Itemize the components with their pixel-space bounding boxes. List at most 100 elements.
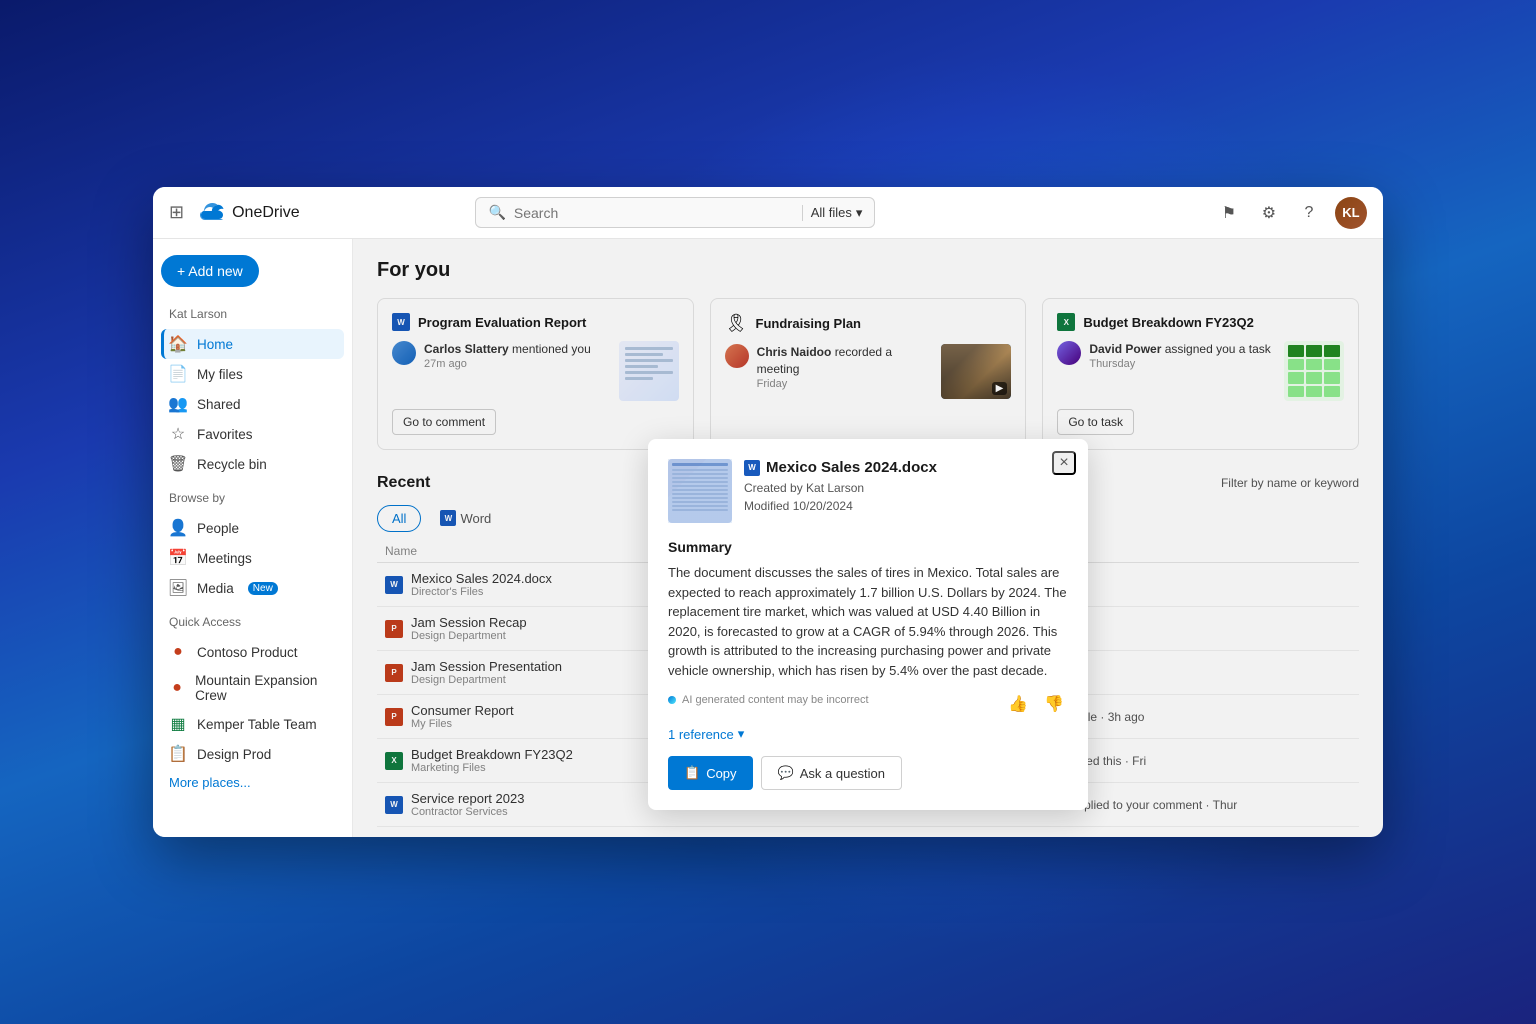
sidebar-item-myfiles-label: My files (197, 367, 243, 382)
person-icon: 👤 (169, 519, 187, 537)
sidebar-item-people[interactable]: 👤 People (161, 513, 344, 543)
settings-icon-btn[interactable]: ⚙ (1255, 199, 1283, 227)
file-name-5: Budget Breakdown FY23Q2 (411, 747, 573, 762)
popup-file-thumbnail (668, 459, 732, 523)
add-new-button[interactable]: + Add new (161, 255, 259, 287)
popup-feedback: 👍 👎 (1004, 692, 1068, 716)
popup-close-btn[interactable]: × (1052, 451, 1076, 475)
card-3-thumbnail (1284, 341, 1344, 401)
tab-word[interactable]: W Word (425, 504, 506, 532)
sidebar-item-contoso[interactable]: ● Contoso Product (161, 637, 344, 667)
file-name-7: Kempler State Shareout (411, 835, 550, 837)
shared-icon: 👥 (169, 395, 187, 413)
trash-icon: 🗑 (169, 455, 187, 473)
card-3-avatar (1057, 341, 1081, 365)
card-1-body: Carlos Slattery mentioned you 27m ago (392, 341, 679, 401)
calendar-icon: 📅 (169, 549, 187, 567)
word-icon-card1: W (392, 313, 410, 331)
sidebar-item-myfiles[interactable]: 📄 My files (161, 359, 344, 389)
file-folder-6: Contractor Services (411, 806, 524, 818)
card-1-time: 27m ago (424, 358, 609, 370)
card-3-title: Budget Breakdown FY23Q2 (1083, 315, 1253, 330)
file-name-cell-1: W Mexico Sales 2024.docx Director's File… (385, 571, 657, 598)
file-folder-1: Director's Files (411, 586, 552, 598)
ppt-icon-file2: P (385, 620, 403, 638)
go-to-task-btn[interactable]: Go to task (1057, 409, 1134, 435)
mountain-icon: ● (169, 679, 185, 697)
main-layout: + Add new Kat Larson 🏠 Home 📄 My files 👥… (153, 239, 1383, 837)
card-2-time: Friday (757, 378, 932, 390)
sidebar-item-recycle[interactable]: 🗑 Recycle bin (161, 449, 344, 479)
sidebar-item-home-label: Home (197, 337, 233, 352)
word-icon-file1: W (385, 576, 403, 594)
thumbs-down-btn[interactable]: 👎 (1040, 692, 1068, 716)
popup-word-icon: W (744, 460, 760, 476)
chevron-down-ref-icon: ▾ (738, 726, 745, 742)
file-folder-2: Design Department (411, 630, 527, 642)
sidebar-item-meetings[interactable]: 📅 Meetings (161, 543, 344, 573)
word-icon-tab: W (440, 510, 456, 526)
file-name-6: Service report 2023 (411, 791, 524, 806)
card-2-video-thumb: ▶ (941, 344, 1011, 399)
tab-all[interactable]: All (377, 505, 421, 532)
sidebar-item-media-label: Media (197, 581, 234, 596)
ask-question-button[interactable]: 💬 Ask a question (761, 756, 902, 790)
activity-card-1: W Program Evaluation Report Carlos Slatt… (377, 298, 694, 450)
copy-icon: 📋 (684, 765, 700, 781)
sidebar-item-favorites[interactable]: ☆ Favorites (161, 419, 344, 449)
file-modby-7: Kat Larson (836, 827, 970, 838)
popup-summary-title: Summary (668, 539, 1068, 555)
sidebar-item-kemper-label: Kemper Table Team (197, 717, 317, 732)
grid-icon[interactable]: ⊞ (169, 202, 184, 223)
file-folder-4: My Files (411, 718, 514, 730)
search-input[interactable] (514, 205, 794, 221)
filter-btn[interactable]: Filter by name or keyword (1221, 476, 1359, 490)
sidebar-item-shared[interactable]: 👥 Shared (161, 389, 344, 419)
file-name-cell-2: P Jam Session Recap Design Department (385, 615, 657, 642)
sidebar-item-home[interactable]: 🏠 Home (161, 329, 344, 359)
popup-references[interactable]: 1 reference ▾ (668, 726, 1068, 742)
topbar: ⊞ OneDrive 🔍 All files ▾ ⚑ ⚙ ? KL (153, 187, 1383, 239)
go-to-comment-btn[interactable]: Go to comment (392, 409, 496, 435)
question-icon: 💬 (778, 765, 794, 781)
flag-icon-btn[interactable]: ⚑ (1215, 199, 1243, 227)
file-folder-3: Design Department (411, 674, 562, 686)
contoso-icon: ● (169, 643, 187, 661)
sidebar-item-favorites-label: Favorites (197, 427, 253, 442)
card-1-header: W Program Evaluation Report (392, 313, 679, 331)
sidebar-item-designprod[interactable]: 📋 Design Prod (161, 739, 344, 769)
more-places-link[interactable]: More places... (161, 769, 344, 796)
file-folder-5: Marketing Files (411, 762, 573, 774)
activity-card-3: X Budget Breakdown FY23Q2 David Power as… (1042, 298, 1359, 450)
sidebar-item-mountain-label: Mountain Expansion Crew (195, 673, 336, 703)
card-2-avatar (725, 344, 749, 368)
search-filter-dropdown[interactable]: All files ▾ (802, 205, 863, 221)
excel-icon-card3: X (1057, 313, 1075, 331)
sidebar-item-kemper[interactable]: ▦ Kemper Table Team (161, 709, 344, 739)
home-icon: 🏠 (169, 335, 187, 353)
activity-card-2: 🎗 Fundraising Plan Chris Naidoo recorded… (710, 298, 1027, 450)
sidebar: + Add new Kat Larson 🏠 Home 📄 My files 👥… (153, 239, 353, 837)
table-row[interactable]: P Kempler State Shareout My Files Thur a… (377, 827, 1359, 838)
file-name-cell-6: W Service report 2023 Contractor Service… (385, 791, 657, 818)
search-bar[interactable]: 🔍 All files ▾ (475, 197, 875, 228)
copy-button[interactable]: 📋 Copy (668, 756, 753, 790)
card-3-time: Thursday (1089, 358, 1274, 370)
file-name-cell-3: P Jam Session Presentation Design Depart… (385, 659, 657, 686)
sidebar-item-meetings-label: Meetings (197, 551, 252, 566)
file-name-2: Jam Session Recap (411, 615, 527, 630)
sidebar-item-media[interactable]: 🖼 Media New (161, 573, 344, 603)
thumbs-up-btn[interactable]: 👍 (1004, 692, 1032, 716)
card-2-header: 🎗 Fundraising Plan (725, 313, 1012, 334)
fundraising-icon: 🎗 (725, 313, 748, 334)
ppt-icon-file3: P (385, 664, 403, 682)
help-icon-btn[interactable]: ? (1295, 199, 1323, 227)
file-icon: 📄 (169, 365, 187, 383)
popup-ai-notice: AI generated content may be incorrect (668, 694, 869, 706)
sidebar-item-mountain[interactable]: ● Mountain Expansion Crew (161, 667, 344, 709)
quick-access-label: Quick Access (161, 611, 344, 633)
feedback-row: AI generated content may be incorrect 👍 … (668, 692, 1068, 716)
recent-title: Recent (377, 474, 430, 492)
avatar[interactable]: KL (1335, 197, 1367, 229)
card-2-body: Chris Naidoo recorded a meeting Friday ▶ (725, 344, 1012, 399)
